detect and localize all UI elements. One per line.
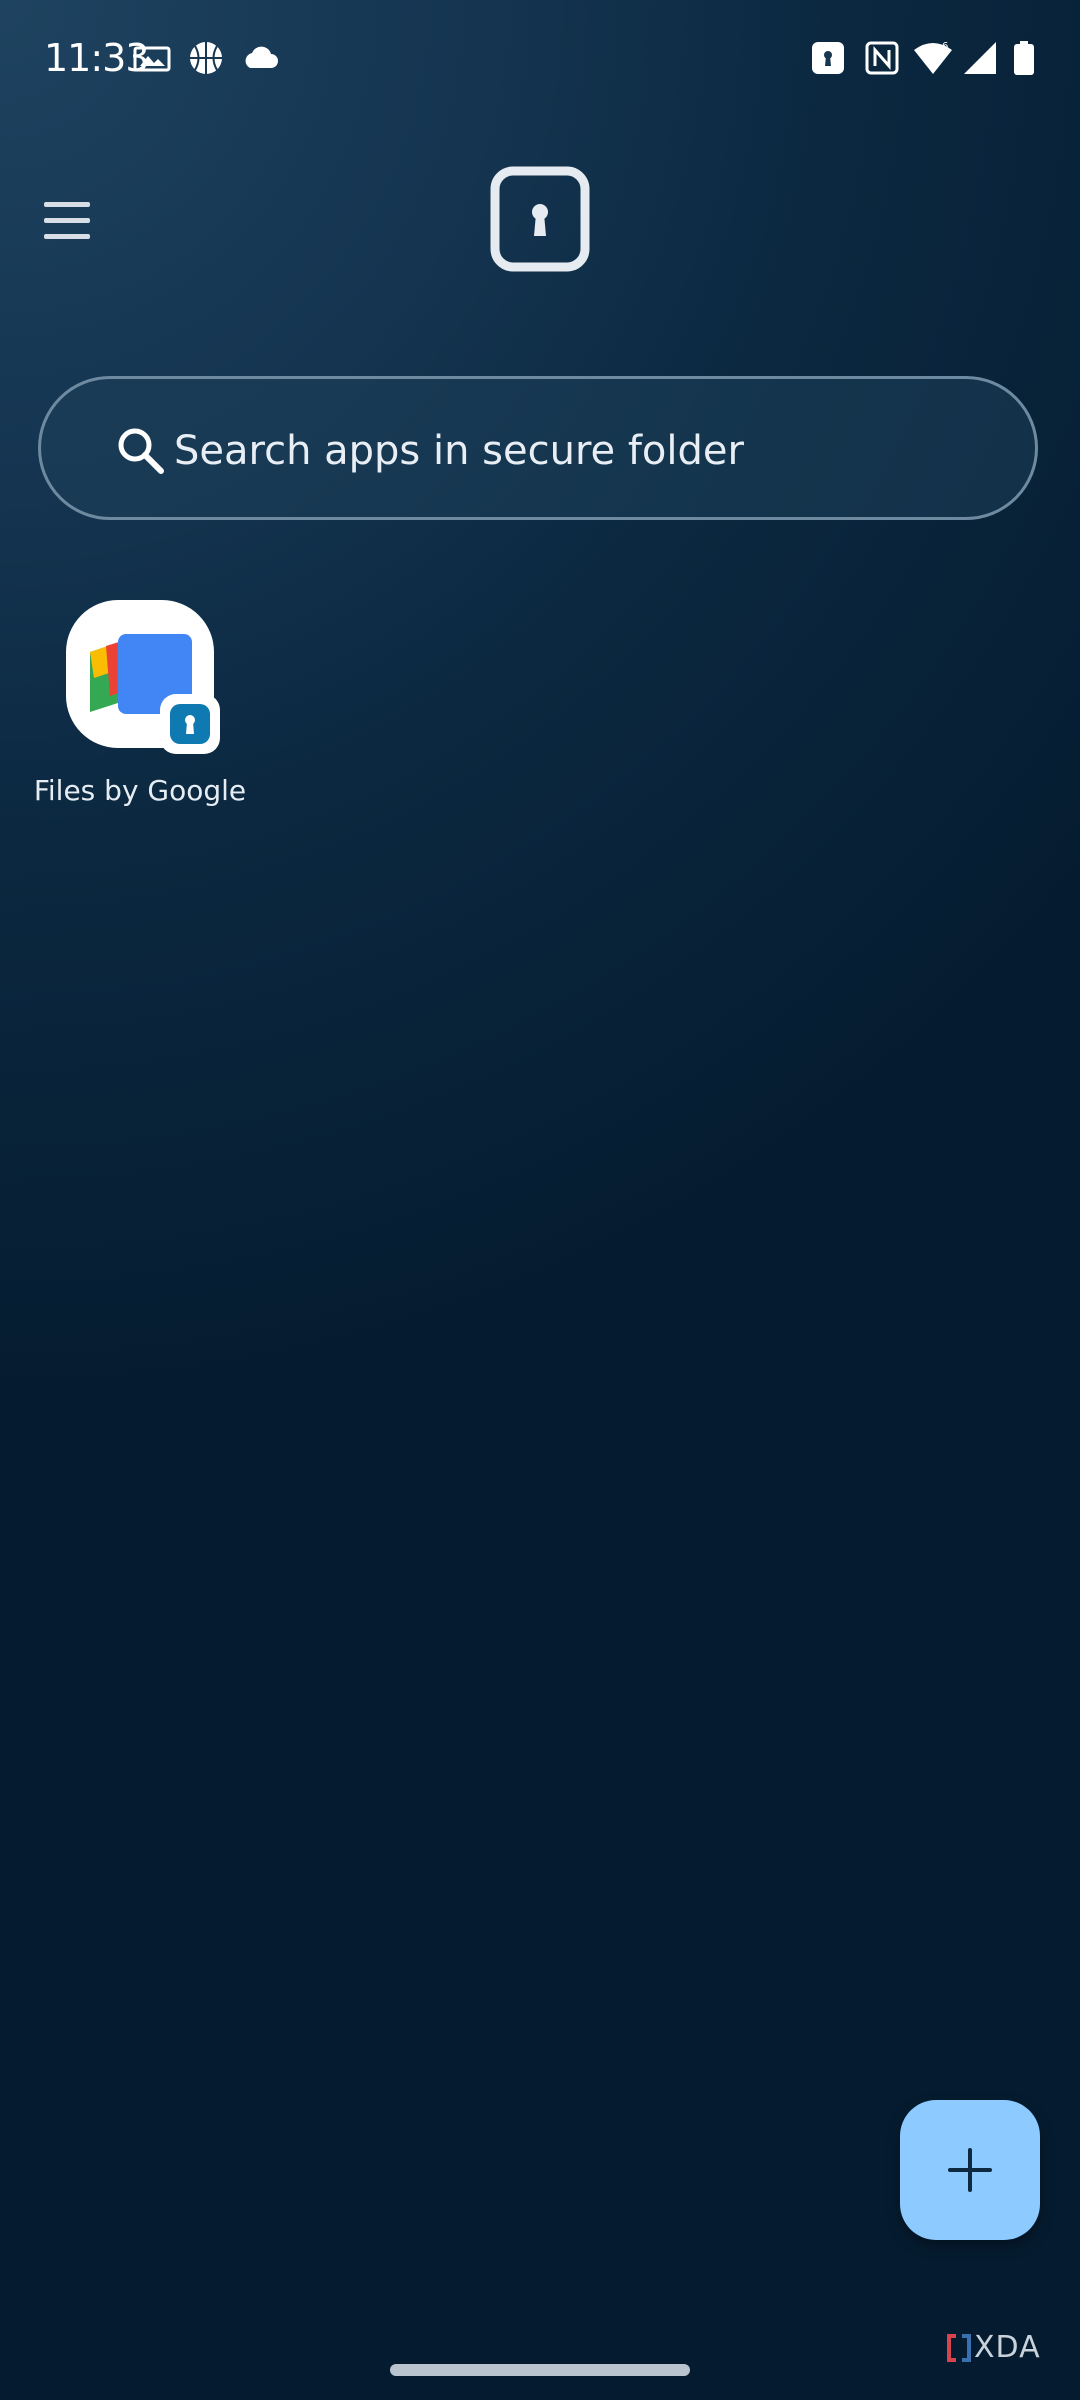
svg-text:6: 6 <box>942 41 948 52</box>
picture-icon <box>133 46 171 72</box>
xda-logo-icon <box>947 2334 971 2362</box>
nfc-icon <box>865 41 899 75</box>
hamburger-menu-icon[interactable] <box>40 196 96 246</box>
secure-folder-icon <box>812 42 844 74</box>
app-label: Files by Google <box>33 774 247 807</box>
xda-watermark: XDA <box>946 2330 1056 2366</box>
search-input[interactable]: Search apps in secure folder <box>174 423 744 479</box>
signal-icon <box>964 42 996 74</box>
navigation-handle[interactable] <box>390 2364 690 2376</box>
wifi-icon: 6 <box>914 41 952 74</box>
search-icon <box>118 428 164 474</box>
status-bar: 11:33 6 <box>0 0 1080 120</box>
search-bar[interactable]: Search apps in secure folder <box>38 376 1038 520</box>
app-tile-files-by-google[interactable]: Files by Google <box>30 598 250 818</box>
add-apps-button[interactable] <box>900 2100 1040 2240</box>
plus-icon <box>948 2148 992 2192</box>
cloud-icon <box>245 46 278 68</box>
basketball-icon <box>190 42 222 74</box>
battery-icon <box>1014 41 1034 75</box>
secure-folder-logo-icon <box>490 166 590 272</box>
secure-folder-badge-icon <box>160 694 220 754</box>
watermark-text: XDA <box>974 2330 1041 2365</box>
